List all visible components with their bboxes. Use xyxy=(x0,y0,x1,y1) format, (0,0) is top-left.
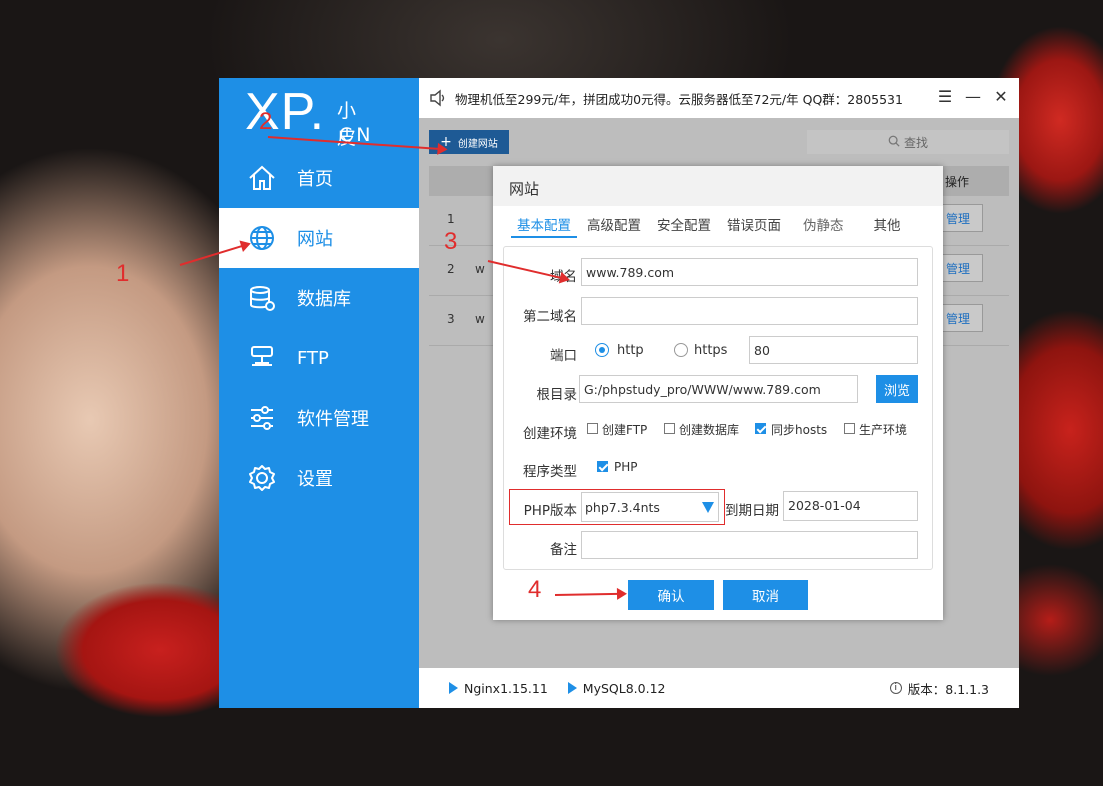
ftp-icon xyxy=(247,343,277,373)
chevron-down-icon xyxy=(702,502,714,513)
nginx-service[interactable]: Nginx1.15.11 xyxy=(449,681,548,696)
sidebar-item-label: 设置 xyxy=(297,469,333,490)
logo-mark: XP. xyxy=(245,83,326,141)
sync-hosts-label: 同步hosts xyxy=(771,423,828,437)
sidebar: XP. 小皮 CN 首页 网站 数据库 FTP 软件管理 设置 xyxy=(219,78,419,708)
tab-security[interactable]: 安全配置 xyxy=(651,212,717,238)
php-program-label: PHP xyxy=(614,460,638,474)
php-version-value: php7.3.4nts xyxy=(585,500,660,515)
root-dir-label: 根目录 xyxy=(536,387,578,403)
mysql-service[interactable]: MySQL8.0.12 xyxy=(567,680,666,696)
website-dialog: 网站 基本配置 高级配置 安全配置 错误页面 伪静态 其他 域名 www.789… xyxy=(493,166,943,620)
menu-icon[interactable]: ☰ xyxy=(935,87,955,107)
expire-date-input[interactable]: 2028-01-04 xyxy=(783,491,918,521)
tab-error-pages[interactable]: 错误页面 xyxy=(721,212,787,238)
sidebar-nav: 首页 网站 数据库 FTP 软件管理 设置 xyxy=(219,148,419,508)
expire-date-label: 到期日期 xyxy=(725,503,779,519)
production-env-checkbox[interactable] xyxy=(844,423,855,434)
domain-input[interactable]: www.789.com xyxy=(581,258,918,286)
browse-button[interactable]: 浏览 xyxy=(876,375,918,403)
tab-rewrite[interactable]: 伪静态 xyxy=(797,212,850,238)
sidebar-item-label: FTP xyxy=(297,347,329,369)
sidebar-item-label: 数据库 xyxy=(297,289,351,310)
annotation-4: 4 xyxy=(528,576,542,603)
sidebar-item-settings[interactable]: 设置 xyxy=(219,448,419,508)
tab-advanced[interactable]: 高级配置 xyxy=(581,212,647,238)
home-icon xyxy=(247,163,277,193)
create-database-label: 创建数据库 xyxy=(679,423,740,437)
annotation-1: 1 xyxy=(116,260,130,287)
row-number: 3 xyxy=(447,312,455,326)
sidebar-item-software[interactable]: 软件管理 xyxy=(219,388,419,448)
create-env-label: 创建环境 xyxy=(523,426,577,442)
tab-other[interactable]: 其他 xyxy=(868,212,907,238)
minimize-icon[interactable]: — xyxy=(963,87,983,107)
production-env-label: 生产环境 xyxy=(859,423,908,437)
dialog-tabs: 基本配置 高级配置 安全配置 错误页面 伪静态 其他 xyxy=(511,212,911,238)
dialog-title: 网站 xyxy=(493,166,943,206)
sliders-icon xyxy=(247,403,277,433)
create-website-label: 创建网站 xyxy=(457,138,498,150)
second-domain-label: 第二域名 xyxy=(523,309,577,325)
http-label: http xyxy=(617,343,644,358)
version-info: i 版本：8.1.1.3 xyxy=(889,679,989,698)
column-operation: 操作 xyxy=(944,175,969,189)
port-label: 端口 xyxy=(550,348,577,364)
row-name: w xyxy=(475,262,485,276)
program-type-label: 程序类型 xyxy=(523,464,577,480)
search-input[interactable]: 查找 xyxy=(807,130,1009,154)
https-label: https xyxy=(694,343,728,358)
row-name: w xyxy=(475,312,485,326)
sidebar-item-label: 首页 xyxy=(297,169,333,190)
row-number: 2 xyxy=(447,262,455,276)
sidebar-item-home[interactable]: 首页 xyxy=(219,148,419,208)
php-checkbox[interactable] xyxy=(597,461,608,472)
confirm-button[interactable]: 确认 xyxy=(628,580,714,610)
sidebar-item-ftp[interactable]: FTP xyxy=(219,328,419,388)
create-database-checkbox[interactable] xyxy=(664,423,675,434)
http-radio[interactable] xyxy=(595,343,609,357)
note-label: 备注 xyxy=(550,542,577,558)
sidebar-item-label: 网站 xyxy=(297,229,333,250)
php-version-select[interactable]: php7.3.4nts xyxy=(581,492,719,522)
top-bar: 物理机低至299元/年，拼团成功0元得。云服务器低至72元/年 QQ群：2805… xyxy=(419,78,1019,118)
sidebar-item-label: 软件管理 xyxy=(297,409,369,430)
version-label: 版本：8.1.1.3 xyxy=(907,681,989,697)
port-input[interactable]: 80 xyxy=(749,336,918,364)
sidebar-item-database[interactable]: 数据库 xyxy=(219,268,419,328)
promo-notice[interactable]: 物理机低至299元/年，拼团成功0元得。云服务器低至72元/年 QQ群：2805… xyxy=(455,89,903,108)
gear-icon xyxy=(247,463,277,493)
mysql-label: MySQL8.0.12 xyxy=(582,680,666,696)
create-ftp-checkbox[interactable] xyxy=(587,423,598,434)
sync-hosts-checkbox[interactable] xyxy=(755,423,766,434)
speaker-icon xyxy=(429,89,447,107)
search-placeholder: 查找 xyxy=(903,135,928,150)
cancel-button[interactable]: 取消 xyxy=(723,580,808,610)
php-version-label: PHP版本 xyxy=(523,503,577,519)
database-icon xyxy=(247,283,277,313)
create-ftp-label: 创建FTP xyxy=(602,423,648,437)
play-icon xyxy=(567,682,577,694)
https-radio[interactable] xyxy=(674,343,688,357)
row-number: 1 xyxy=(447,212,455,226)
second-domain-input[interactable] xyxy=(581,297,918,325)
annotation-3: 3 xyxy=(444,228,458,255)
root-dir-input[interactable]: G:/phpstudy_pro/WWW/www.789.com xyxy=(579,375,858,403)
tab-basic[interactable]: 基本配置 xyxy=(511,212,577,238)
search-icon xyxy=(888,135,900,150)
status-bar: Nginx1.15.11 MySQL8.0.12 i 版本：8.1.1.3 xyxy=(419,668,1019,708)
annotation-2: 2 xyxy=(259,108,273,135)
info-icon: i xyxy=(889,682,902,694)
note-input[interactable] xyxy=(581,531,918,559)
close-icon[interactable]: ✕ xyxy=(991,87,1011,107)
nginx-label: Nginx1.15.11 xyxy=(464,680,548,696)
play-icon xyxy=(449,682,458,694)
